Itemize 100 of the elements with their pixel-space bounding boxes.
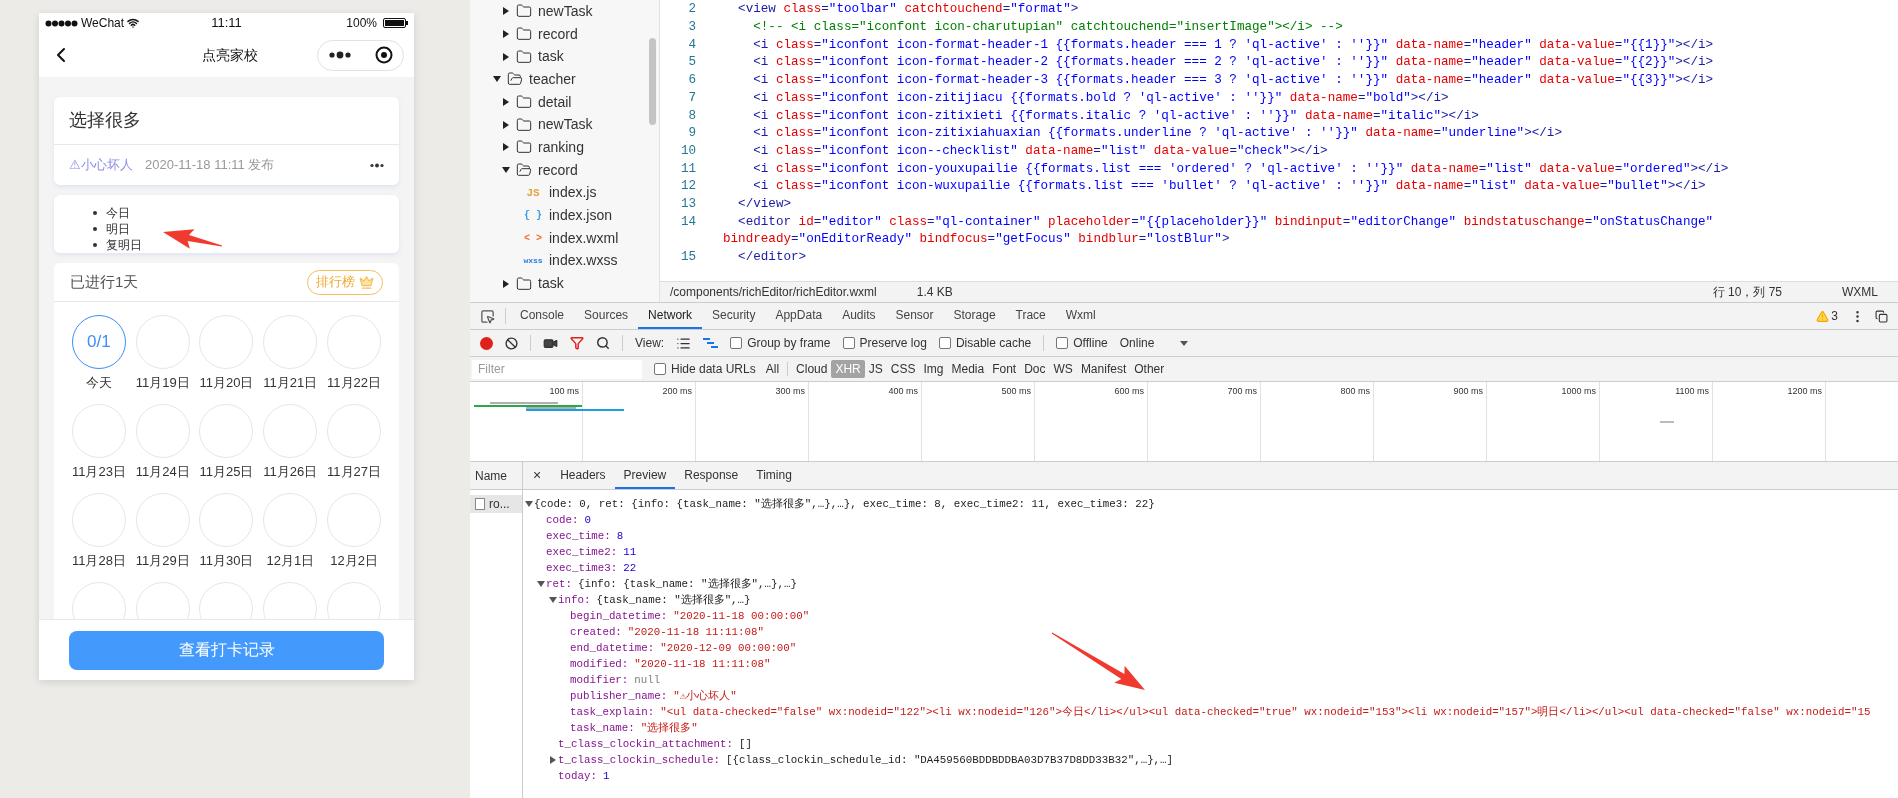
devtools-tab[interactable]: AppData [765, 303, 833, 329]
checkbox[interactable] [654, 363, 666, 375]
caret-icon[interactable] [502, 7, 510, 16]
line-number: 4 [687, 36, 696, 54]
day-label: 11月30日 [199, 553, 254, 569]
target-icon[interactable] [375, 46, 393, 64]
detail-tab[interactable]: Headers [551, 462, 615, 489]
file-icon [475, 498, 485, 510]
folder-icon [516, 3, 532, 20]
tree-item[interactable]: detail [538, 91, 572, 113]
devtools-tab[interactable]: Security [702, 303, 766, 329]
caret-icon[interactable] [502, 120, 510, 129]
devtools-tab[interactable]: Sources [574, 303, 639, 329]
caret-icon[interactable] [502, 166, 510, 175]
day-label: 11月26日 [263, 464, 318, 480]
more-icon[interactable] [328, 51, 352, 59]
caret-icon[interactable] [502, 52, 510, 61]
resource-type-filter[interactable]: WS [1049, 360, 1077, 378]
caret-icon [1180, 340, 1189, 346]
checkbox[interactable] [730, 337, 743, 349]
expand-arrow-icon[interactable] [549, 596, 557, 604]
tree-item[interactable]: ranking [538, 136, 584, 158]
tree-item[interactable]: newTask [538, 0, 593, 22]
property-value: "2020-12-09 00:00:00" [660, 640, 797, 656]
request-row[interactable]: ro... [470, 495, 522, 513]
bullet-icon [93, 211, 97, 215]
scrollbar-thumb[interactable] [649, 38, 656, 125]
warning-count[interactable]: 3 [1831, 307, 1838, 325]
detail-tab[interactable]: Response [675, 462, 748, 489]
caret-icon[interactable] [502, 143, 510, 152]
resource-type-filter[interactable]: Manifest [1076, 360, 1131, 378]
resource-type-filter[interactable]: Doc [1020, 360, 1050, 378]
folder-icon [516, 26, 532, 43]
day-label: 11月29日 [135, 553, 190, 569]
devtools-tab[interactable]: Trace [1005, 303, 1056, 329]
detail-tab[interactable]: Timing [747, 462, 801, 489]
task-title: 选择很多 [69, 109, 141, 132]
more-icon[interactable] [370, 162, 384, 168]
tree-item[interactable]: newTask [538, 114, 593, 136]
property-key: created: [570, 623, 622, 641]
resource-type-filter[interactable]: All [761, 360, 784, 378]
caret-icon[interactable] [502, 98, 510, 107]
signal-icon [45, 19, 78, 27]
devtools-tab[interactable]: Storage [943, 303, 1006, 329]
property-key: task_explain: [570, 703, 655, 721]
filter-icon[interactable] [570, 336, 584, 350]
tree-item[interactable]: task [538, 46, 564, 68]
carrier-name: WeChat [81, 15, 125, 32]
dock-icon[interactable] [1875, 309, 1888, 323]
inspect-icon[interactable] [480, 308, 495, 324]
line-number: 10 [679, 142, 696, 160]
caret-icon[interactable] [493, 75, 501, 84]
checkbox[interactable] [842, 337, 855, 349]
property-value: "⚠小心坏人" [673, 688, 737, 704]
filter-field[interactable]: Filter [472, 359, 642, 379]
checkbox-label: Offline [1073, 335, 1108, 352]
detail-tab[interactable]: Preview [614, 462, 676, 489]
resource-type-filter[interactable]: Media [947, 360, 989, 378]
tree-item[interactable]: index.js [549, 182, 597, 204]
tree-item[interactable]: index.wxml [549, 227, 619, 249]
tree-item[interactable]: task [538, 273, 564, 295]
throttle-dropdown[interactable]: Online [1119, 334, 1189, 352]
file-size: 1.4 KB [916, 284, 954, 301]
list-view-icon[interactable] [676, 335, 692, 351]
resource-type-filter[interactable]: CSS [886, 360, 920, 378]
open-folder-icon [516, 162, 532, 179]
waterfall-view-icon[interactable] [703, 337, 719, 349]
tree-item[interactable]: index.wxss [549, 250, 618, 272]
record-icon[interactable] [480, 336, 493, 350]
close-button[interactable]: × [523, 465, 552, 486]
expand-arrow-icon[interactable] [525, 500, 533, 508]
bullet-icon [93, 227, 97, 231]
line-number: 12 [679, 178, 696, 196]
resource-type-filter[interactable]: Other [1130, 360, 1169, 378]
devtools-tab[interactable]: Wxml [1055, 303, 1106, 329]
resource-type-filter[interactable]: Cloud [792, 360, 832, 378]
clear-icon[interactable] [505, 336, 518, 350]
expand-arrow-icon[interactable] [549, 756, 557, 764]
property-key: code: [546, 511, 579, 529]
resource-type-filter[interactable]: Img [919, 360, 948, 378]
tree-item[interactable]: teacher [529, 68, 576, 90]
devtools-tab[interactable]: Audits [832, 303, 886, 329]
checkbox[interactable] [938, 337, 951, 349]
tree-item[interactable]: index.json [549, 205, 613, 227]
resource-type-filter[interactable]: Font [988, 360, 1021, 378]
search-icon[interactable] [596, 336, 610, 350]
devtools-tab[interactable]: Sensor [885, 303, 944, 329]
folder-icon [516, 94, 532, 111]
code-line: <i class="iconfont icon-wuxupailie {{formats.list === 'bullet' ? 'ql-active' : ''}}" data-name="list" data-value="bullet"></i> [752, 178, 1706, 196]
devtools-tab[interactable]: Console [510, 303, 575, 329]
tree-item[interactable]: record [538, 159, 578, 181]
expand-arrow-icon[interactable] [537, 580, 545, 588]
property-key: task_name: [570, 719, 635, 737]
caret-icon[interactable] [502, 279, 510, 288]
checkbox[interactable] [1056, 337, 1069, 349]
caret-icon[interactable] [502, 30, 510, 39]
tree-item[interactable]: record [538, 23, 578, 45]
resource-type-filter[interactable]: JS [864, 360, 887, 378]
property-key: today: [558, 767, 597, 785]
property-key: exec_time: [546, 527, 611, 545]
